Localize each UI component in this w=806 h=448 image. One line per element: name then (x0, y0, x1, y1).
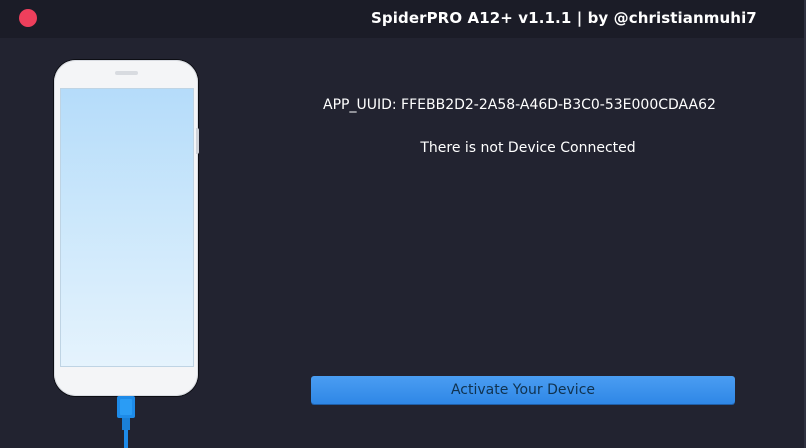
phone-speaker (115, 71, 138, 75)
app-window: SpiderPRO A12+ v1.1.1 | by @christianmuh… (0, 0, 806, 448)
app-uuid-label: APP_UUID: FFEBB2D2-2A58-A46D-B3C0-53E000… (323, 97, 716, 113)
phone-screen (60, 88, 194, 367)
usb-cable-icon (117, 396, 135, 448)
device-status-text: There is not Device Connected (420, 140, 636, 156)
window-title: SpiderPRO A12+ v1.1.1 | by @christianmuh… (371, 9, 757, 27)
close-icon[interactable] (19, 9, 37, 27)
phone-side-button (196, 128, 199, 154)
title-bar: SpiderPRO A12+ v1.1.1 | by @christianmuh… (0, 0, 806, 38)
activate-device-button[interactable]: Activate Your Device (311, 376, 735, 404)
phone-icon (54, 60, 198, 396)
